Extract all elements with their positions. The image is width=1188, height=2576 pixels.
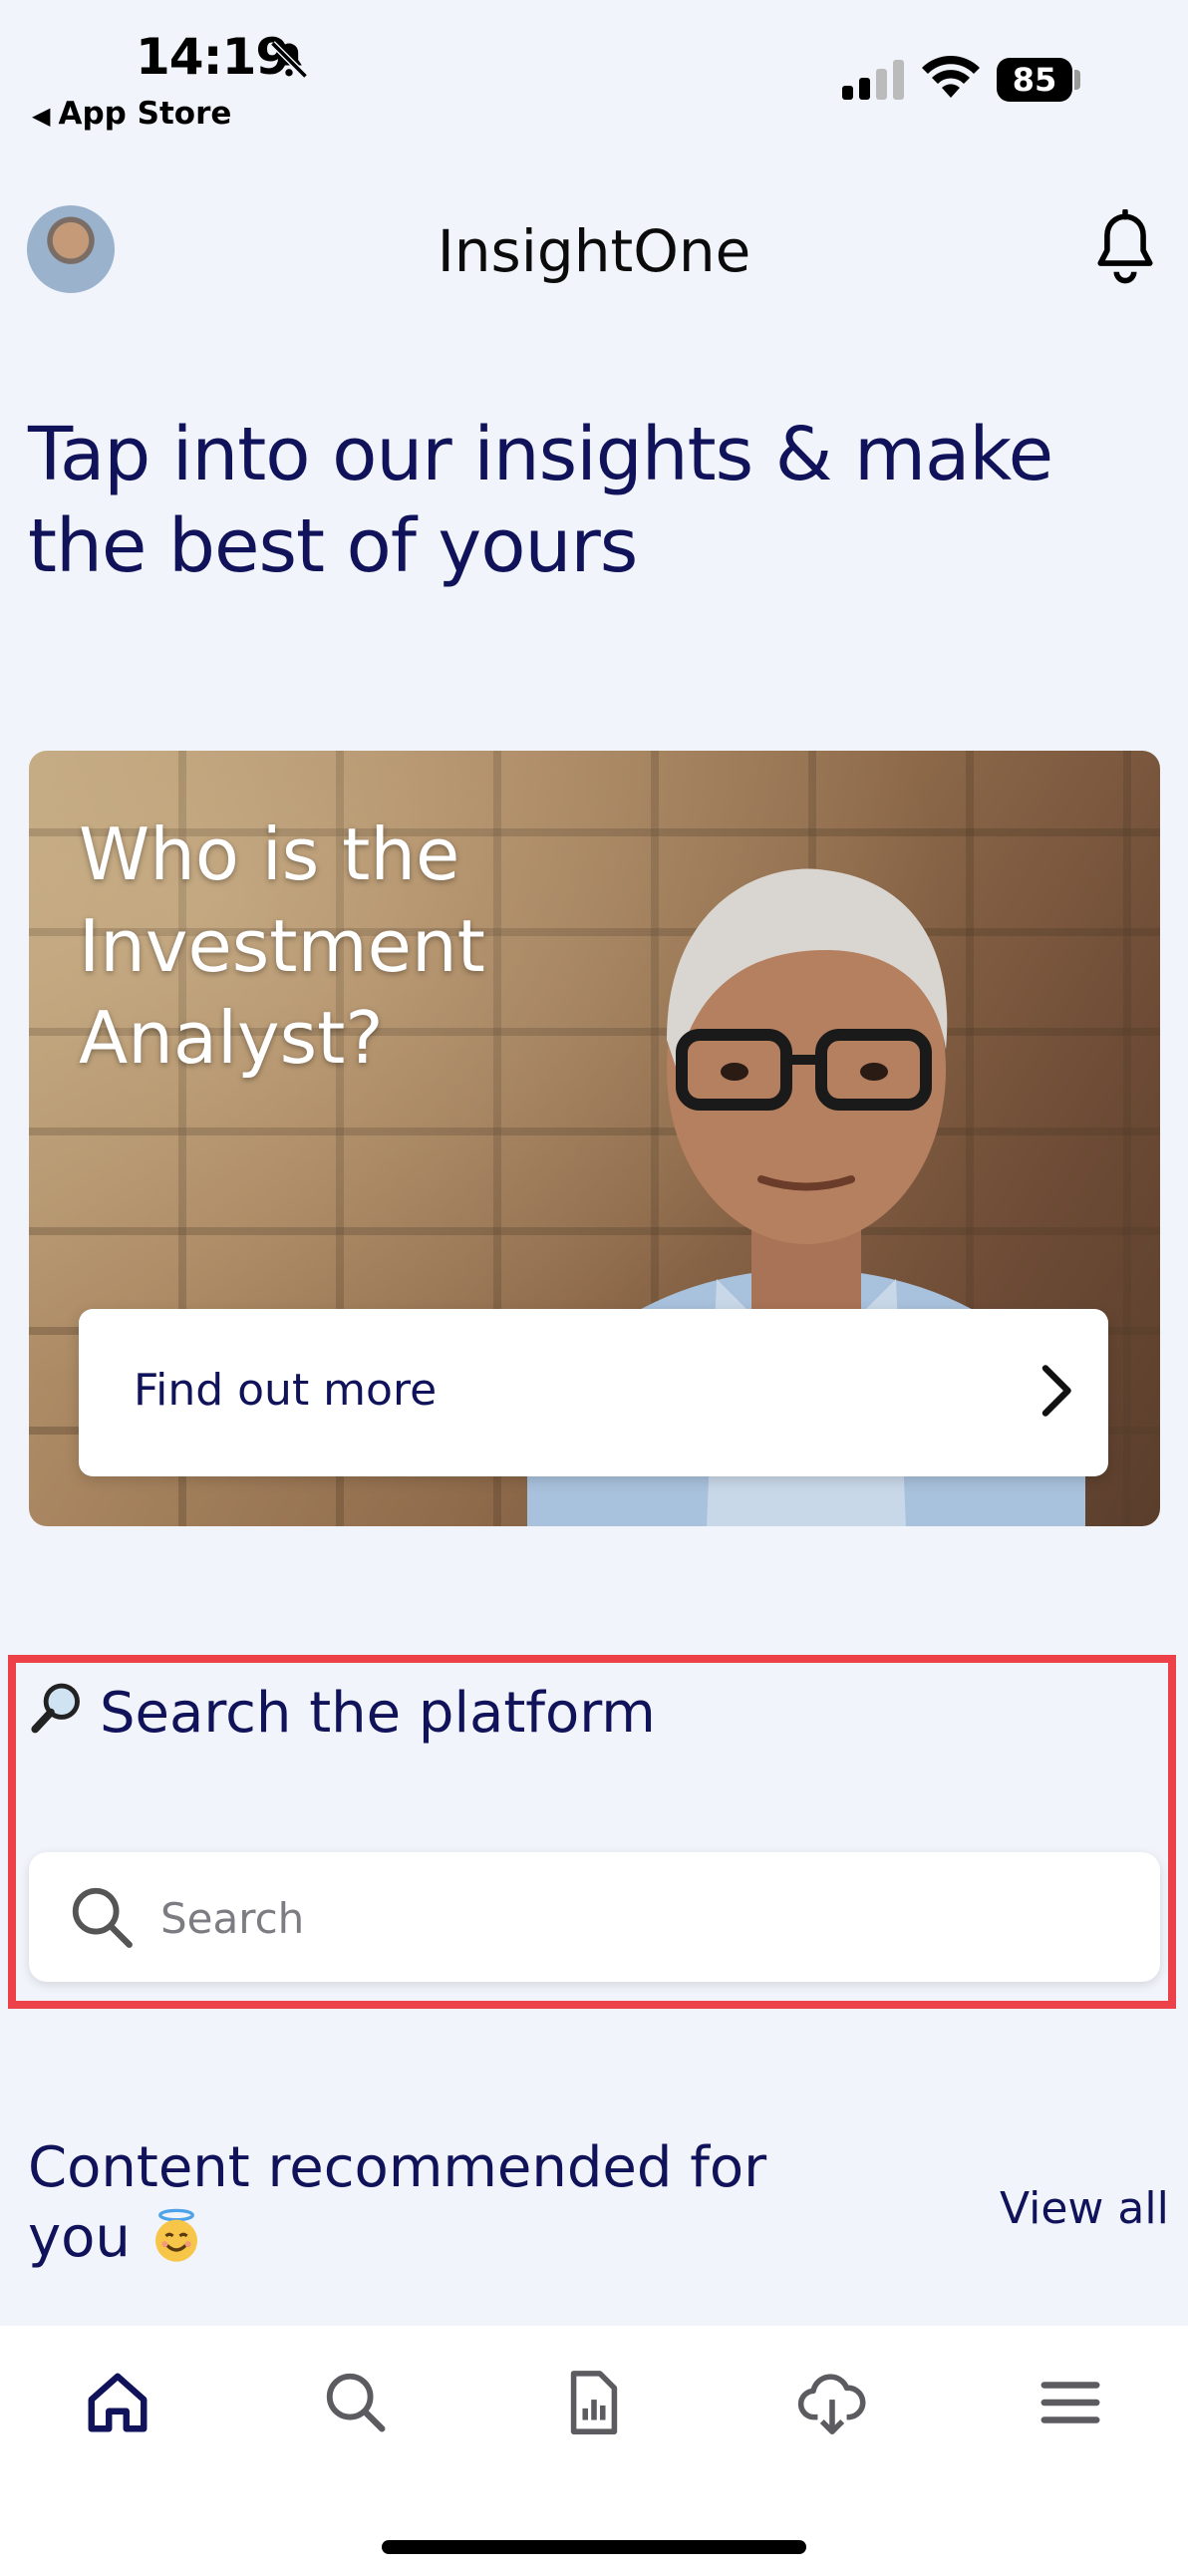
hero-heading: Tap into our insights & make the best of…	[28, 412, 1053, 589]
recommended-heading-text: Content recommended for you	[28, 2135, 767, 2270]
back-triangle-icon: ◀	[32, 102, 51, 130]
feature-card[interactable]: Who is the Investment Analyst? Find out …	[29, 751, 1160, 1526]
cellular-signal-icon	[842, 60, 904, 100]
search-icon	[326, 2373, 386, 2432]
battery-cap	[1074, 70, 1080, 90]
smiling-halo-emoji-icon	[154, 2208, 197, 2262]
magnifying-glass-emoji-icon	[31, 1683, 80, 1734]
find-out-more-label: Find out more	[134, 1365, 438, 1416]
back-to-app-store[interactable]: ◀ App Store	[32, 96, 231, 132]
search-input[interactable]	[158, 1882, 1119, 1954]
download-icon	[797, 2374, 866, 2434]
tab-reports[interactable]	[559, 2368, 629, 2437]
app-title: InsightOne	[437, 217, 751, 285]
menu-icon	[1040, 2382, 1100, 2423]
bottom-tab-bar	[0, 2326, 1188, 2576]
tab-home[interactable]	[83, 2368, 152, 2437]
tab-downloads[interactable]	[797, 2368, 867, 2437]
feature-card-title: Who is the Investment Analyst?	[79, 812, 485, 1080]
search-section-heading: Search the platform	[28, 1680, 656, 1746]
home-indicator[interactable]	[382, 2540, 806, 2554]
chevron-right-icon	[1041, 1365, 1071, 1417]
view-all-link[interactable]: View all	[1000, 2183, 1169, 2234]
battery-indicator: 85	[997, 58, 1072, 102]
tab-search[interactable]	[321, 2368, 391, 2437]
find-out-more-button[interactable]: Find out more	[79, 1309, 1108, 1476]
bell-icon[interactable]	[1090, 209, 1160, 285]
back-label: App Store	[58, 96, 232, 132]
silent-mode-icon	[270, 41, 308, 79]
search-box[interactable]	[29, 1852, 1160, 1982]
wifi-icon	[922, 56, 980, 98]
search-heading-text: Search the platform	[100, 1681, 656, 1746]
search-icon	[72, 1887, 133, 1948]
report-icon	[570, 2371, 618, 2434]
tab-menu[interactable]	[1036, 2368, 1105, 2437]
recommended-heading: Content recommended for you	[28, 2133, 785, 2273]
home-icon	[88, 2373, 148, 2432]
